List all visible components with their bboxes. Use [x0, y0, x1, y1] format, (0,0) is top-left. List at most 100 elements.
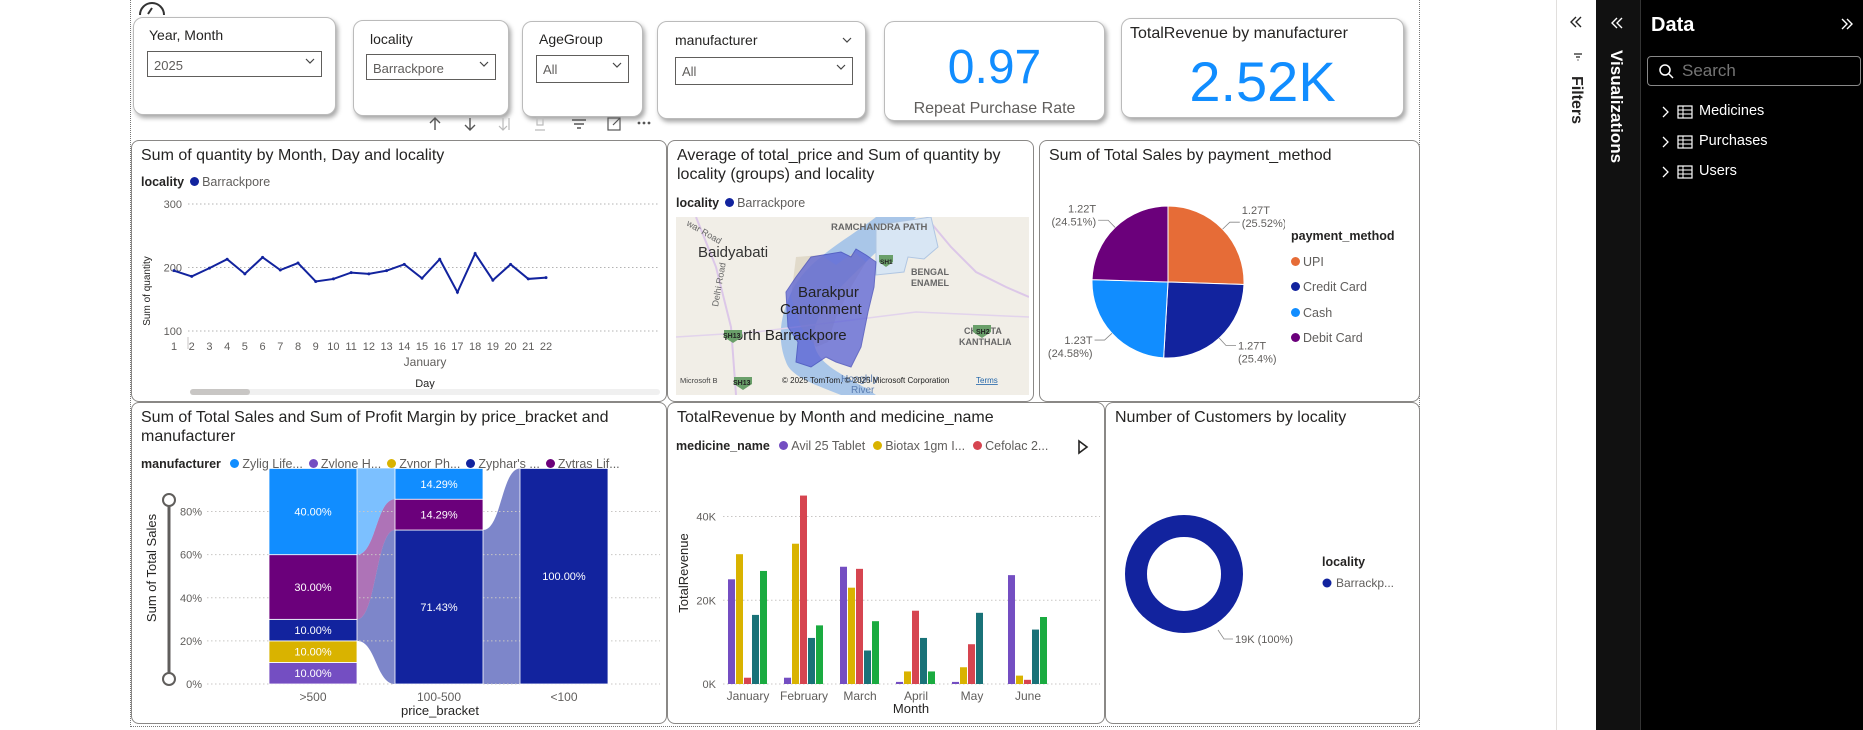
- arrow-down-icon[interactable]: [464, 118, 476, 131]
- slicer-dropdown[interactable]: 2025: [147, 51, 322, 77]
- line-series-barrackpore[interactable]: [173, 251, 547, 295]
- line-point[interactable]: [331, 277, 335, 281]
- line-point[interactable]: [278, 268, 282, 272]
- slicer-locality[interactable]: locality Barrackpore: [353, 20, 509, 116]
- line-point[interactable]: [473, 252, 477, 256]
- line-point[interactable]: [438, 257, 442, 261]
- chevron-down-icon[interactable]: [841, 35, 853, 45]
- line-point[interactable]: [225, 257, 229, 261]
- bar[interactable]: [736, 554, 743, 684]
- visual-quantity-line[interactable]: Sum of quantity by Month, Day and locali…: [131, 140, 667, 402]
- bar[interactable]: [792, 543, 799, 684]
- pie-slice-debit-card[interactable]: [1091, 205, 1169, 283]
- donut-slice[interactable]: [1125, 515, 1243, 633]
- ribbon[interactable]: [483, 468, 520, 684]
- filters-pane-collapsed[interactable]: Filters: [1556, 0, 1596, 730]
- arrow-up-icon[interactable]: [429, 117, 441, 130]
- line-point[interactable]: [261, 255, 265, 259]
- chevron-right-icon[interactable]: [1661, 106, 1671, 118]
- collapse-right-icon[interactable]: [1841, 18, 1853, 30]
- table-item-users[interactable]: Users: [1661, 163, 1851, 183]
- legend-item[interactable]: Credit Card: [1291, 275, 1401, 301]
- line-point[interactable]: [243, 272, 247, 276]
- bar[interactable]: [952, 681, 959, 684]
- bar[interactable]: [904, 671, 911, 684]
- bar[interactable]: [728, 579, 735, 684]
- slicer-dropdown[interactable]: All: [675, 57, 853, 85]
- bar[interactable]: [912, 610, 919, 684]
- bar[interactable]: [1024, 679, 1031, 684]
- focus-mode-icon[interactable]: [607, 117, 621, 131]
- bar[interactable]: [800, 495, 807, 684]
- line-point[interactable]: [402, 262, 406, 266]
- bar[interactable]: [1040, 617, 1047, 684]
- line-point[interactable]: [491, 278, 495, 282]
- bar[interactable]: [1032, 629, 1039, 684]
- bar[interactable]: [784, 677, 791, 684]
- bar[interactable]: [976, 612, 983, 684]
- visualizations-label[interactable]: Visualizations: [1606, 50, 1626, 163]
- slicer-manufacturer[interactable]: manufacturer All: [657, 21, 866, 119]
- bar[interactable]: [816, 625, 823, 684]
- line-point[interactable]: [190, 274, 194, 278]
- visual-donut-customers[interactable]: Number of Customers by locality 19K (100…: [1105, 402, 1420, 724]
- pie-slice-upi[interactable]: [1167, 205, 1245, 285]
- visual-ribbon-price-bracket[interactable]: Sum of Total Sales and Sum of Profit Mar…: [131, 402, 667, 724]
- line-point[interactable]: [455, 290, 459, 294]
- table-item-purchases[interactable]: Purchases: [1661, 133, 1851, 153]
- slicer-dropdown[interactable]: All: [536, 55, 629, 83]
- line-point[interactable]: [207, 266, 211, 270]
- legend-item[interactable]: Cash: [1291, 301, 1401, 327]
- legend-item[interactable]: UPI: [1291, 250, 1401, 276]
- table-item-medicines[interactable]: Medicines: [1661, 103, 1851, 123]
- bar[interactable]: [896, 681, 903, 684]
- slicer-agegroup[interactable]: AgeGroup All: [522, 21, 643, 117]
- search-input[interactable]: [1682, 61, 1852, 81]
- bar[interactable]: [752, 614, 759, 684]
- expand-left-icon[interactable]: [1569, 16, 1583, 28]
- bar[interactable]: [856, 568, 863, 684]
- line-point[interactable]: [367, 272, 371, 276]
- bar[interactable]: [1008, 575, 1015, 684]
- bar[interactable]: [968, 644, 975, 684]
- expand-left-icon[interactable]: [1610, 17, 1624, 29]
- more-options-icon[interactable]: [637, 121, 651, 125]
- pin-icon[interactable]: [535, 117, 545, 131]
- scrollbar-thumb[interactable]: [190, 389, 250, 395]
- bar[interactable]: [808, 637, 815, 684]
- legend-item[interactable]: Barrackp...: [1336, 576, 1394, 590]
- filters-label[interactable]: Filters: [1567, 76, 1585, 124]
- line-point[interactable]: [172, 269, 176, 273]
- bar[interactable]: [848, 587, 855, 684]
- line-point[interactable]: [509, 262, 513, 266]
- map-canvas[interactable]: Baidyabati RAMCHANDRA PATH Barakpur Cant…: [676, 217, 1029, 395]
- line-point[interactable]: [296, 261, 300, 265]
- visualizations-pane-collapsed[interactable]: Visualizations: [1596, 0, 1640, 730]
- range-slider-handle-top[interactable]: [162, 493, 176, 507]
- slicer-dropdown[interactable]: Barrackpore: [366, 54, 496, 80]
- line-point[interactable]: [420, 276, 424, 280]
- pie-slice-credit-card[interactable]: [1163, 281, 1245, 359]
- visual-map[interactable]: Average of total_price and Sum of quanti…: [667, 140, 1034, 402]
- range-slider-handle-bottom[interactable]: [162, 672, 176, 686]
- bar[interactable]: [928, 671, 935, 684]
- line-point[interactable]: [385, 269, 389, 273]
- legend-item[interactable]: Barrackpore: [737, 196, 805, 210]
- visual-revenue-bars[interactable]: TotalRevenue by Month and medicine_name …: [667, 402, 1105, 724]
- legend-item[interactable]: Debit Card: [1291, 326, 1401, 352]
- card-total-revenue[interactable]: TotalRevenue by manufacturer 2.52K: [1121, 18, 1404, 118]
- search-box[interactable]: [1647, 56, 1861, 86]
- line-point[interactable]: [544, 276, 548, 280]
- bar[interactable]: [920, 637, 927, 684]
- map-terms-link[interactable]: Terms: [976, 376, 998, 385]
- scrollbar-track[interactable]: [190, 389, 660, 395]
- chevron-right-icon[interactable]: [1661, 136, 1671, 148]
- chevron-right-icon[interactable]: [1661, 166, 1671, 178]
- bar[interactable]: [960, 667, 967, 684]
- pie-slice-cash[interactable]: [1091, 279, 1169, 359]
- bar[interactable]: [1016, 675, 1023, 684]
- bar[interactable]: [760, 570, 767, 684]
- bar[interactable]: [840, 566, 847, 684]
- filter-icon[interactable]: [572, 119, 586, 129]
- visual-pie-payment[interactable]: Sum of Total Sales by payment_method pay…: [1039, 140, 1420, 402]
